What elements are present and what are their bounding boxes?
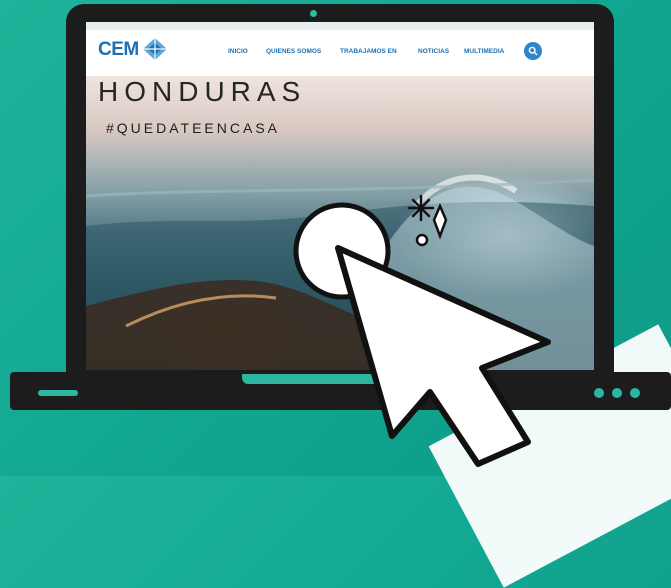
mouse-pointer-icon: [293, 194, 551, 467]
